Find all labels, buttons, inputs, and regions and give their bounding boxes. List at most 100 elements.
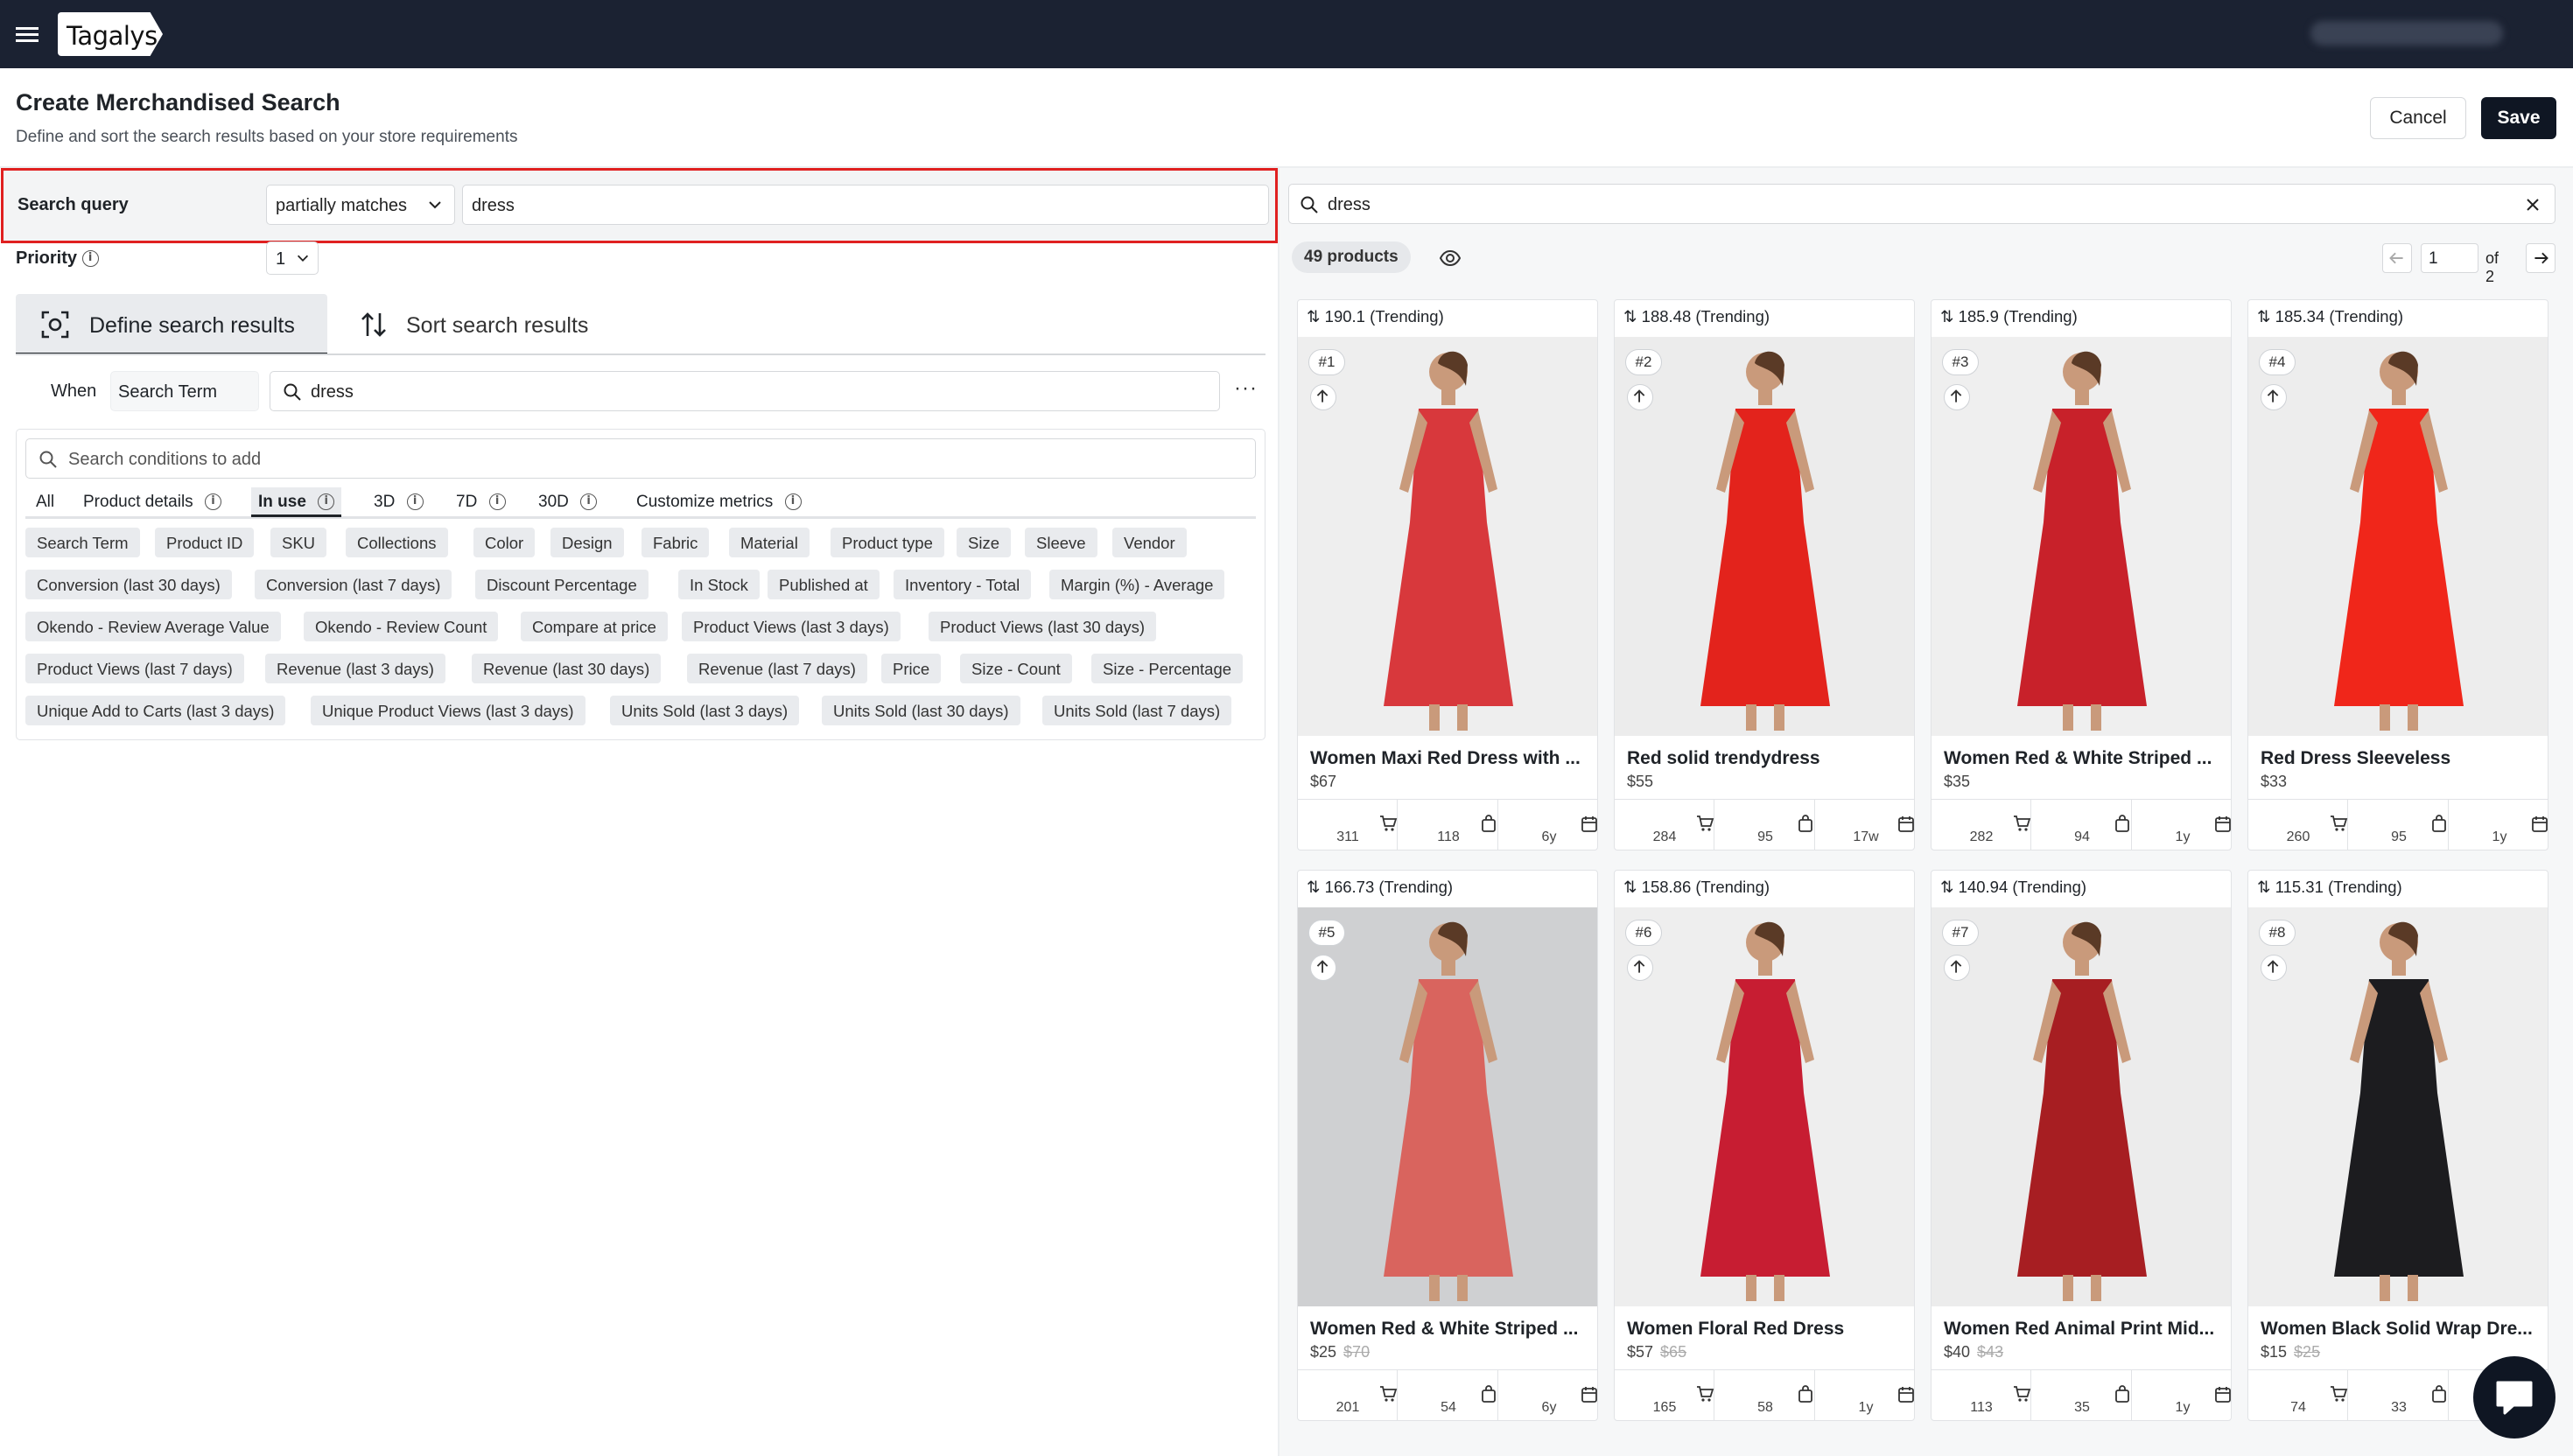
prev-page-button[interactable] xyxy=(2382,243,2412,273)
condition-chip[interactable]: Collections xyxy=(346,528,448,557)
product-name[interactable]: Women Black Solid Wrap Dre... xyxy=(2261,1319,2541,1340)
condition-chip[interactable]: Product Views (last 30 days) xyxy=(929,612,1157,641)
pin-button[interactable] xyxy=(1944,955,1970,981)
condition-chip[interactable]: Size - Count xyxy=(960,654,1072,683)
match-type-select[interactable]: partially matches xyxy=(266,185,455,225)
info-icon[interactable]: i xyxy=(406,494,424,511)
product-card[interactable]: ⇅ 190.1 (Trending) #1 Women Maxi Red Dress… xyxy=(1297,299,1598,850)
info-icon[interactable]: i xyxy=(81,250,99,268)
tagalys-logo[interactable]: Tagalys xyxy=(58,12,163,56)
condition-chip[interactable]: Size xyxy=(957,528,1011,557)
condition-field-select[interactable]: Search Term xyxy=(110,371,259,411)
condition-chip[interactable]: Revenue (last 7 days) xyxy=(687,654,867,683)
product-image[interactable]: #5 xyxy=(1298,907,1597,1306)
search-query-input[interactable]: dress xyxy=(462,185,1269,225)
condition-chip[interactable]: Revenue (last 3 days) xyxy=(265,654,445,683)
product-image[interactable]: #7 xyxy=(1932,907,2231,1306)
condition-chip[interactable]: Vendor xyxy=(1112,528,1187,557)
filter-tab-product-details[interactable]: Product details i xyxy=(76,487,228,517)
page-number-input[interactable]: 1 xyxy=(2421,243,2478,273)
condition-chip[interactable]: Compare at price xyxy=(521,612,668,641)
product-name[interactable]: Women Red & White Striped ... xyxy=(1944,748,2224,769)
condition-chip[interactable]: Inventory - Total xyxy=(894,570,1032,599)
product-card[interactable]: ⇅ 185.34 (Trending) #4 Red Dress Sleeveles… xyxy=(2247,299,2548,850)
product-name[interactable]: Red solid trendydress xyxy=(1627,748,1907,769)
pin-button[interactable] xyxy=(1627,955,1653,981)
close-icon[interactable] xyxy=(2523,195,2542,214)
pin-button[interactable] xyxy=(2261,955,2287,981)
product-image[interactable]: #6 xyxy=(1615,907,1914,1306)
condition-chip[interactable]: Design xyxy=(550,528,624,557)
pin-button[interactable] xyxy=(2261,384,2287,410)
priority-select[interactable]: 1 xyxy=(266,242,319,275)
product-card[interactable]: ⇅ 158.86 (Trending) #6 Women Floral Red Dr… xyxy=(1614,870,1915,1421)
more-options-icon[interactable]: ··· xyxy=(1234,376,1258,401)
info-icon[interactable]: i xyxy=(318,494,335,511)
filter-tab-7d[interactable]: 7D i xyxy=(449,487,513,517)
pin-button[interactable] xyxy=(1627,384,1653,410)
product-card[interactable]: ⇅ 188.48 (Trending) #2 Red solid trendydre… xyxy=(1614,299,1915,850)
condition-chip[interactable]: Units Sold (last 7 days) xyxy=(1042,696,1232,725)
save-button[interactable]: Save xyxy=(2481,97,2556,139)
filter-tab-customize-metrics[interactable]: Customize metrics i xyxy=(629,487,809,517)
condition-chip[interactable]: Search Term xyxy=(25,528,140,557)
hamburger-menu-icon[interactable] xyxy=(14,21,40,47)
filter-tab-30d[interactable]: 30D i xyxy=(531,487,604,517)
condition-chip[interactable]: Fabric xyxy=(641,528,710,557)
info-icon[interactable]: i xyxy=(580,494,598,511)
product-image[interactable]: #8 xyxy=(2248,907,2548,1306)
tab-define-search-results[interactable]: Define search results xyxy=(16,294,327,355)
condition-chip[interactable]: Okendo - Review Count xyxy=(304,612,499,641)
condition-chip[interactable]: Conversion (last 30 days) xyxy=(25,570,232,599)
condition-chip[interactable]: Units Sold (last 30 days) xyxy=(822,696,1020,725)
eye-icon[interactable] xyxy=(1439,247,1462,270)
info-icon[interactable]: i xyxy=(784,494,802,511)
product-image[interactable]: #3 xyxy=(1932,337,2231,736)
product-name[interactable]: Red Dress Sleeveless xyxy=(2261,748,2541,769)
condition-chip[interactable]: Color xyxy=(473,528,536,557)
tab-sort-search-results[interactable]: Sort search results xyxy=(347,294,609,355)
product-card[interactable]: ⇅ 185.9 (Trending) #3 Women Red & White St… xyxy=(1931,299,2232,850)
product-image[interactable]: #1 xyxy=(1298,337,1597,736)
chat-support-button[interactable] xyxy=(2473,1356,2555,1438)
filter-tab-all[interactable]: All xyxy=(29,487,61,517)
pin-button[interactable] xyxy=(1310,955,1336,981)
condition-chip[interactable]: SKU xyxy=(270,528,327,557)
condition-chip[interactable]: Unique Add to Carts (last 3 days) xyxy=(25,696,286,725)
product-image[interactable]: #2 xyxy=(1615,337,1914,736)
condition-chip[interactable]: Margin (%) - Average xyxy=(1049,570,1225,599)
condition-chip[interactable]: Product Views (last 7 days) xyxy=(25,654,244,683)
filter-tab-3d[interactable]: 3D i xyxy=(367,487,431,517)
info-icon[interactable]: i xyxy=(488,494,506,511)
conditions-search-input[interactable]: Search conditions to add xyxy=(25,438,1256,479)
condition-chip[interactable]: Conversion (last 7 days) xyxy=(255,570,452,599)
condition-value-input[interactable]: dress xyxy=(270,371,1220,411)
cancel-button[interactable]: Cancel xyxy=(2370,97,2466,139)
condition-chip[interactable]: Product type xyxy=(831,528,944,557)
results-search-input[interactable]: dress xyxy=(1288,184,2555,224)
next-page-button[interactable] xyxy=(2526,243,2555,273)
condition-chip[interactable]: Price xyxy=(881,654,942,683)
condition-chip[interactable]: Material xyxy=(729,528,810,557)
product-image[interactable]: #4 xyxy=(2248,337,2548,736)
condition-chip[interactable]: Product ID xyxy=(155,528,255,557)
condition-chip[interactable]: Units Sold (last 3 days) xyxy=(610,696,800,725)
condition-chip[interactable]: Unique Product Views (last 3 days) xyxy=(311,696,585,725)
condition-chip[interactable]: Okendo - Review Average Value xyxy=(25,612,281,641)
product-card[interactable]: ⇅ 140.94 (Trending) #7 Women Red Animal Pr… xyxy=(1931,870,2232,1421)
condition-chip[interactable]: Revenue (last 30 days) xyxy=(472,654,662,683)
product-name[interactable]: Women Red & White Striped ... xyxy=(1310,1319,1590,1340)
condition-chip[interactable]: Sleeve xyxy=(1025,528,1097,557)
condition-chip[interactable]: Discount Percentage xyxy=(475,570,649,599)
condition-chip[interactable]: In Stock xyxy=(678,570,760,599)
product-name[interactable]: Women Floral Red Dress xyxy=(1627,1319,1907,1340)
condition-chip[interactable]: Product Views (last 3 days) xyxy=(682,612,901,641)
user-account-menu[interactable] xyxy=(2310,21,2503,46)
product-name[interactable]: Women Maxi Red Dress with ... xyxy=(1310,748,1590,769)
pin-button[interactable] xyxy=(1310,384,1336,410)
filter-tab-in-use[interactable]: In use i xyxy=(251,487,342,517)
info-icon[interactable]: i xyxy=(204,494,221,511)
pin-button[interactable] xyxy=(1944,384,1970,410)
product-name[interactable]: Women Red Animal Print Mid... xyxy=(1944,1319,2224,1340)
product-card[interactable]: ⇅ 166.73 (Trending) #5 Women Red & White S… xyxy=(1297,870,1598,1421)
